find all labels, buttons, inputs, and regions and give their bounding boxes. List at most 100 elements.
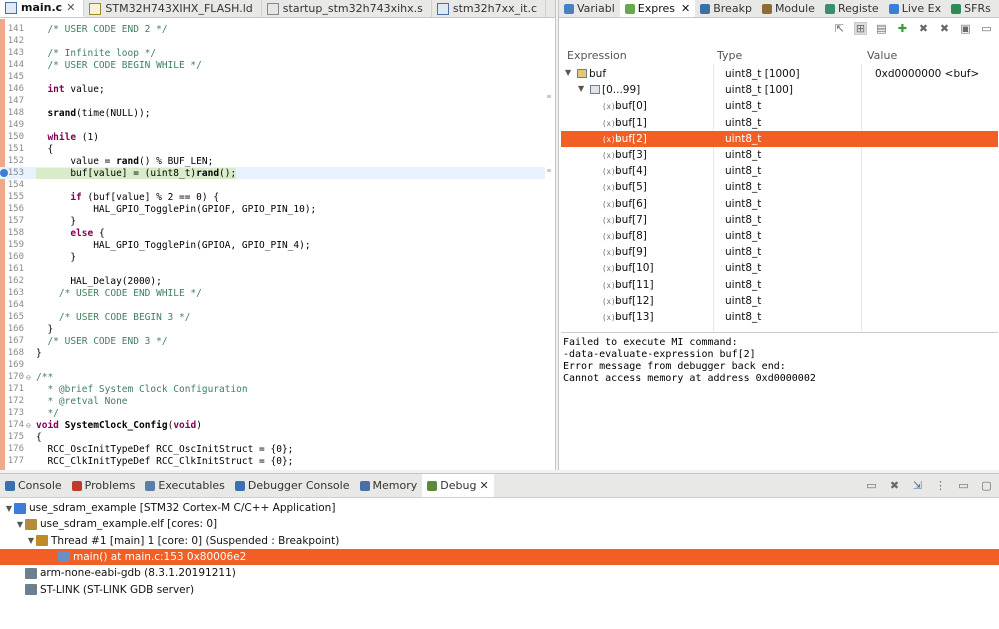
expression-row[interactable]: (x)= buf[1] uint8_t: [561, 115, 998, 131]
collapse-all-icon[interactable]: ⇱: [833, 22, 846, 35]
overview-ruler-mark[interactable]: [547, 95, 551, 98]
expand-toggle-icon[interactable]: ▼: [15, 520, 25, 529]
bottom-tab-console[interactable]: Console: [0, 474, 67, 497]
add-expression-icon[interactable]: ✚: [896, 22, 909, 35]
code-line[interactable]: 162 HAL_Delay(2000);: [0, 275, 545, 287]
editor-tab-startup[interactable]: startup_stm32h743xihx.s: [262, 0, 432, 17]
expand-toggle-icon[interactable]: ▼: [578, 84, 584, 93]
code-line[interactable]: 148 srand(time(NULL));: [0, 107, 545, 119]
column-value[interactable]: Value: [867, 49, 897, 62]
code-line[interactable]: 167 /* USER CODE END 3 */: [0, 335, 545, 347]
code-line[interactable]: 149: [0, 119, 545, 131]
code-line[interactable]: 176 RCC_OscInitTypeDef RCC_OscInitStruct…: [0, 443, 545, 455]
code-line[interactable]: 159 HAL_GPIO_TogglePin(GPIOA, GPIO_PIN_4…: [0, 239, 545, 251]
expression-row[interactable]: (x)= buf[5] uint8_t: [561, 179, 998, 195]
code-line[interactable]: 173 */: [0, 407, 545, 419]
expression-row[interactable]: (x)= buf[9] uint8_t: [561, 244, 998, 260]
debug-tree-row[interactable]: ▼ use_sdram_example.elf [cores: 0]: [0, 516, 999, 532]
code-line[interactable]: 175 {: [0, 431, 545, 443]
debug-tree-row[interactable]: ▼ use_sdram_example [STM32 Cortex-M C/C++…: [0, 500, 999, 516]
code-line[interactable]: 166 }: [0, 323, 545, 335]
code-line[interactable]: 152 value = rand() % BUF_LEN;: [0, 155, 545, 167]
code-line[interactable]: 172 * @retval None: [0, 395, 545, 407]
code-line[interactable]: 141 /* USER CODE END 2 */: [0, 23, 545, 35]
column-type[interactable]: Type: [717, 49, 742, 62]
remove-icon[interactable]: ✖: [917, 22, 930, 35]
expression-row[interactable]: (x)= buf[13] uint8_t: [561, 309, 998, 325]
code-line[interactable]: 143 /* Infinite loop */: [0, 47, 545, 59]
expression-row[interactable]: (x)= buf[7] uint8_t: [561, 212, 998, 228]
bottom-tab-memory[interactable]: Memory: [355, 474, 423, 497]
code-line[interactable]: 151 {: [0, 143, 545, 155]
code-area[interactable]: 141 /* USER CODE END 2 */142 143 /* Infin…: [0, 19, 555, 470]
expression-row[interactable]: (x)= buf[4] uint8_t: [561, 163, 998, 179]
remove-all-icon[interactable]: ✖: [938, 22, 951, 35]
debug-tree-row[interactable]: arm-none-eabi-gdb (8.3.1.20191211): [0, 565, 999, 581]
code-line[interactable]: 145: [0, 71, 545, 83]
view-tab-modules[interactable]: Module: [757, 0, 820, 17]
view-tab-sfrs[interactable]: SFRs: [946, 0, 996, 17]
code-line[interactable]: 170 ⊖/**: [0, 371, 545, 383]
close-icon[interactable]: ✕: [479, 479, 488, 492]
code-line[interactable]: 150 while (1): [0, 131, 545, 143]
view-menu-icon[interactable]: ⋮: [934, 479, 947, 492]
expression-row[interactable]: (x)= buf[0] uint8_t: [561, 98, 998, 114]
editor-tab-it-c[interactable]: stm32h7xx_it.c: [432, 0, 547, 17]
expand-toggle-icon[interactable]: ▼: [4, 504, 14, 513]
view-menu-icon[interactable]: ▭: [980, 22, 993, 35]
code-line[interactable]: 171 * @brief System Clock Configuration: [0, 383, 545, 395]
column-expression[interactable]: Expression: [567, 49, 627, 62]
show-type-names-icon[interactable]: ⊞: [854, 22, 867, 35]
bottom-tab-debug[interactable]: Debug ✕: [422, 474, 494, 497]
expand-toggle-icon[interactable]: ▼: [26, 536, 36, 545]
code-line[interactable]: 153 buf[value] = (uint8_t)rand();: [0, 167, 545, 179]
view-tab-variables[interactable]: Variabl: [559, 0, 620, 17]
minimize-view-icon[interactable]: ▭: [957, 479, 970, 492]
expression-row[interactable]: (x)= buf[6] uint8_t: [561, 196, 998, 212]
close-icon[interactable]: ✕: [66, 1, 75, 14]
bottom-tab-debugger-console[interactable]: Debugger Console: [230, 474, 355, 497]
debug-tree-row[interactable]: ▼ Thread #1 [main] 1 [core: 0] (Suspended…: [0, 533, 999, 549]
expand-toggle-icon[interactable]: ▼: [565, 68, 571, 77]
bottom-tab-executables[interactable]: Executables: [140, 474, 230, 497]
editor-tab-linker-script[interactable]: STM32H743XIHX_FLASH.ld: [84, 0, 262, 17]
step-into-icon[interactable]: ⇲: [911, 479, 924, 492]
code-line[interactable]: 142: [0, 35, 545, 47]
code-line[interactable]: 160 }: [0, 251, 545, 263]
overview-ruler-mark[interactable]: [547, 169, 551, 172]
code-line[interactable]: 157 }: [0, 215, 545, 227]
bottom-tab-problems[interactable]: Problems: [67, 474, 141, 497]
code-line[interactable]: 147: [0, 95, 545, 107]
expression-row[interactable]: (x)= buf[8] uint8_t: [561, 228, 998, 244]
expression-row[interactable]: (x)= buf[11] uint8_t: [561, 277, 998, 293]
code-line[interactable]: 146 int value;: [0, 83, 545, 95]
code-line[interactable]: 156 HAL_GPIO_TogglePin(GPIOF, GPIO_PIN_1…: [0, 203, 545, 215]
code-line[interactable]: 164: [0, 299, 545, 311]
code-line[interactable]: 144 /* USER CODE BEGIN WHILE */: [0, 59, 545, 71]
expression-row[interactable]: ▼ buf uint8_t [1000] 0xd0000000 <buf>: [561, 66, 998, 82]
expression-row[interactable]: (x)= buf[3] uint8_t: [561, 147, 998, 163]
code-line[interactable]: 174 ⊖ void SystemClock_Config(void): [0, 419, 545, 431]
fold-toggle-icon[interactable]: ⊖: [26, 373, 36, 382]
view-tab-expressions[interactable]: Expres ✕: [619, 0, 696, 17]
code-line[interactable]: 163 /* USER CODE END WHILE */: [0, 287, 545, 299]
view-tab-live-expressions[interactable]: Live Ex: [884, 0, 946, 17]
view-tab-breakpoints[interactable]: Breakp: [695, 0, 757, 17]
layout-icon[interactable]: ▤: [875, 22, 888, 35]
debug-tree-row[interactable]: main() at main.c:153 0x80006e2: [0, 548, 999, 565]
code-line[interactable]: 161: [0, 263, 545, 275]
fold-toggle-icon[interactable]: ⊖: [26, 421, 36, 430]
code-editor[interactable]: main.c ✕ STM32H743XIHX_FLASH.ld startup_…: [0, 0, 556, 470]
code-line[interactable]: 168}: [0, 347, 545, 359]
remove-terminated-icon[interactable]: ✖: [888, 479, 901, 492]
expression-row[interactable]: (x)= buf[10] uint8_t: [561, 260, 998, 276]
new-view-icon[interactable]: ▣: [959, 22, 972, 35]
view-tab-registers[interactable]: Registe: [820, 0, 884, 17]
expression-row[interactable]: ▼ [0...99] uint8_t [100]: [561, 82, 998, 98]
expression-row[interactable]: (x)= buf[2] uint8_t: [561, 130, 998, 147]
expression-row[interactable]: (x)= buf[12] uint8_t: [561, 293, 998, 309]
code-line[interactable]: 165 /* USER CODE BEGIN 3 */: [0, 311, 545, 323]
minimize-icon[interactable]: ▭: [865, 479, 878, 492]
code-line[interactable]: 154: [0, 179, 545, 191]
editor-tab-main-c[interactable]: main.c ✕: [0, 0, 85, 17]
